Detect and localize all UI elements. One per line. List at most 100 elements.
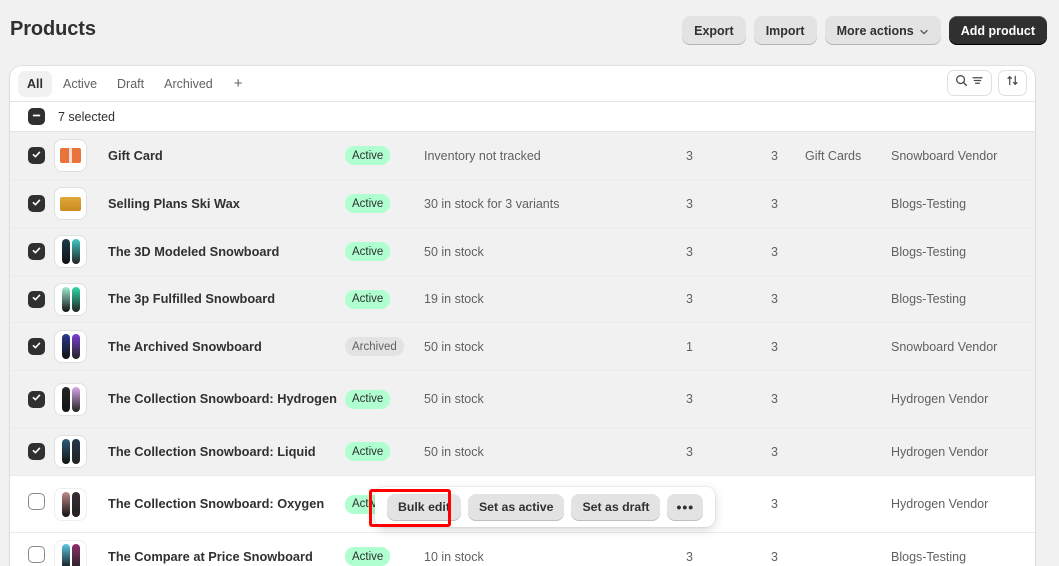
sales-channels-count: 3: [686, 392, 771, 406]
sales-channels-count: 3: [686, 197, 771, 211]
snowboard-image-left: [62, 287, 70, 312]
product-title[interactable]: The 3p Fulfilled Snowboard: [108, 290, 345, 307]
sort-button[interactable]: [998, 70, 1027, 96]
add-view-button[interactable]: +: [224, 71, 253, 97]
markets-count: 3: [771, 392, 805, 406]
status-cell: Active: [345, 146, 424, 166]
product-title[interactable]: The 3D Modeled Snowboard: [108, 243, 345, 260]
row-thumbnail-cell: [55, 489, 108, 520]
product-thumbnail: [55, 384, 86, 415]
table-row[interactable]: The Collection Snowboard: HydrogenActive…: [10, 371, 1035, 428]
product-title[interactable]: Selling Plans Ski Wax: [108, 195, 345, 212]
inventory-text: 50 in stock: [424, 445, 686, 459]
product-thumbnail: [55, 331, 86, 362]
row-select-cell: [10, 147, 55, 165]
row-checkbox[interactable]: [28, 195, 45, 212]
product-thumbnail: [55, 140, 86, 171]
set-as-draft-label: Set as draft: [582, 500, 649, 514]
selected-count-label: 7 selected: [58, 110, 115, 124]
status-badge: Active: [345, 194, 390, 213]
export-button[interactable]: Export: [682, 16, 746, 45]
set-as-draft-button[interactable]: Set as draft: [571, 494, 660, 521]
bulk-edit-label: Bulk edit: [398, 500, 450, 514]
tab-archived[interactable]: Archived: [155, 71, 222, 97]
product-title[interactable]: The Collection Snowboard: Hydrogen: [108, 390, 345, 407]
row-thumbnail-cell: [55, 188, 108, 219]
bulk-actions-bar: Bulk edit Set as active Set as draft •••: [375, 487, 715, 527]
status-badge: Active: [345, 390, 390, 409]
table-row[interactable]: The 3D Modeled SnowboardActive50 in stoc…: [10, 228, 1035, 276]
product-title[interactable]: The Collection Snowboard: Liquid: [108, 443, 345, 460]
markets-count: 3: [771, 445, 805, 459]
tab-all-label: All: [27, 77, 43, 91]
set-as-active-button[interactable]: Set as active: [468, 494, 565, 521]
product-title[interactable]: The Archived Snowboard: [108, 338, 345, 355]
product-title[interactable]: The Collection Snowboard: Oxygen: [108, 495, 345, 512]
table-row[interactable]: The 3p Fulfilled SnowboardActive19 in st…: [10, 276, 1035, 323]
inventory-text: 19 in stock: [424, 292, 686, 306]
status-badge: Active: [345, 442, 390, 461]
row-select-cell: [10, 493, 55, 515]
more-bulk-actions-button[interactable]: •••: [667, 494, 703, 521]
row-thumbnail-cell: [55, 541, 108, 566]
product-thumbnail: [55, 541, 86, 566]
check-icon: [31, 290, 42, 308]
check-icon: [31, 243, 42, 261]
markets-count: 3: [771, 497, 805, 511]
sales-channels-count: 3: [686, 550, 771, 564]
chevron-down-icon: [919, 26, 929, 36]
row-thumbnail-cell: [55, 236, 108, 267]
row-checkbox[interactable]: [28, 391, 45, 408]
import-button[interactable]: Import: [754, 16, 817, 45]
header-actions: Export Import More actions Add product: [682, 16, 1047, 45]
ski-wax-image: [60, 197, 81, 211]
row-select-cell: [10, 195, 55, 213]
status-badge: Active: [345, 547, 390, 566]
table-row[interactable]: The Compare at Price SnowboardActive10 i…: [10, 533, 1035, 566]
row-thumbnail-cell: [55, 384, 108, 415]
row-checkbox[interactable]: [28, 338, 45, 355]
status-cell: Archived: [345, 337, 424, 357]
inventory-text: 50 in stock: [424, 340, 686, 354]
tab-archived-label: Archived: [164, 77, 213, 91]
vendor-text: Blogs-Testing: [891, 550, 1035, 564]
tab-active-label: Active: [63, 77, 97, 91]
product-thumbnail: [55, 436, 86, 467]
markets-count: 3: [771, 340, 805, 354]
row-checkbox[interactable]: [28, 243, 45, 260]
status-cell: Active: [345, 194, 424, 214]
vendor-text: Snowboard Vendor: [891, 149, 1035, 163]
table-row[interactable]: Selling Plans Ski WaxActive30 in stock f…: [10, 180, 1035, 228]
inventory-text: 50 in stock: [424, 392, 686, 406]
minus-icon: [31, 108, 42, 126]
status-cell: Active: [345, 547, 424, 566]
row-select-cell: [10, 390, 55, 408]
row-checkbox[interactable]: [28, 546, 45, 563]
product-thumbnail: [55, 236, 86, 267]
product-title[interactable]: Gift Card: [108, 147, 345, 164]
row-checkbox[interactable]: [28, 493, 45, 510]
table-row[interactable]: The Archived SnowboardArchived50 in stoc…: [10, 323, 1035, 371]
table-row[interactable]: The Collection Snowboard: LiquidActive 50…: [10, 428, 1035, 476]
bulk-edit-button[interactable]: Bulk edit: [387, 494, 461, 521]
table-row[interactable]: Gift CardActiveInventory not tracked33Gi…: [10, 132, 1035, 180]
status-cell: Active: [345, 442, 424, 462]
vendor-text: Blogs-Testing: [891, 197, 1035, 211]
row-checkbox[interactable]: [28, 147, 45, 164]
product-title[interactable]: The Compare at Price Snowboard: [108, 548, 345, 565]
tab-all[interactable]: All: [18, 71, 52, 97]
search-and-filter-button[interactable]: [947, 70, 992, 96]
row-checkbox[interactable]: [28, 291, 45, 308]
tab-draft[interactable]: Draft: [108, 71, 153, 97]
tab-active[interactable]: Active: [54, 71, 106, 97]
more-actions-button[interactable]: More actions: [825, 16, 941, 45]
select-all-checkbox[interactable]: [28, 108, 45, 125]
vendor-text: Blogs-Testing: [891, 245, 1035, 259]
add-product-button[interactable]: Add product: [949, 16, 1047, 45]
check-icon: [31, 338, 42, 356]
row-checkbox[interactable]: [28, 443, 45, 460]
tab-draft-label: Draft: [117, 77, 144, 91]
check-icon: [31, 195, 42, 213]
sales-channels-count: 1: [686, 340, 771, 354]
snowboard-image-right: [72, 492, 80, 517]
